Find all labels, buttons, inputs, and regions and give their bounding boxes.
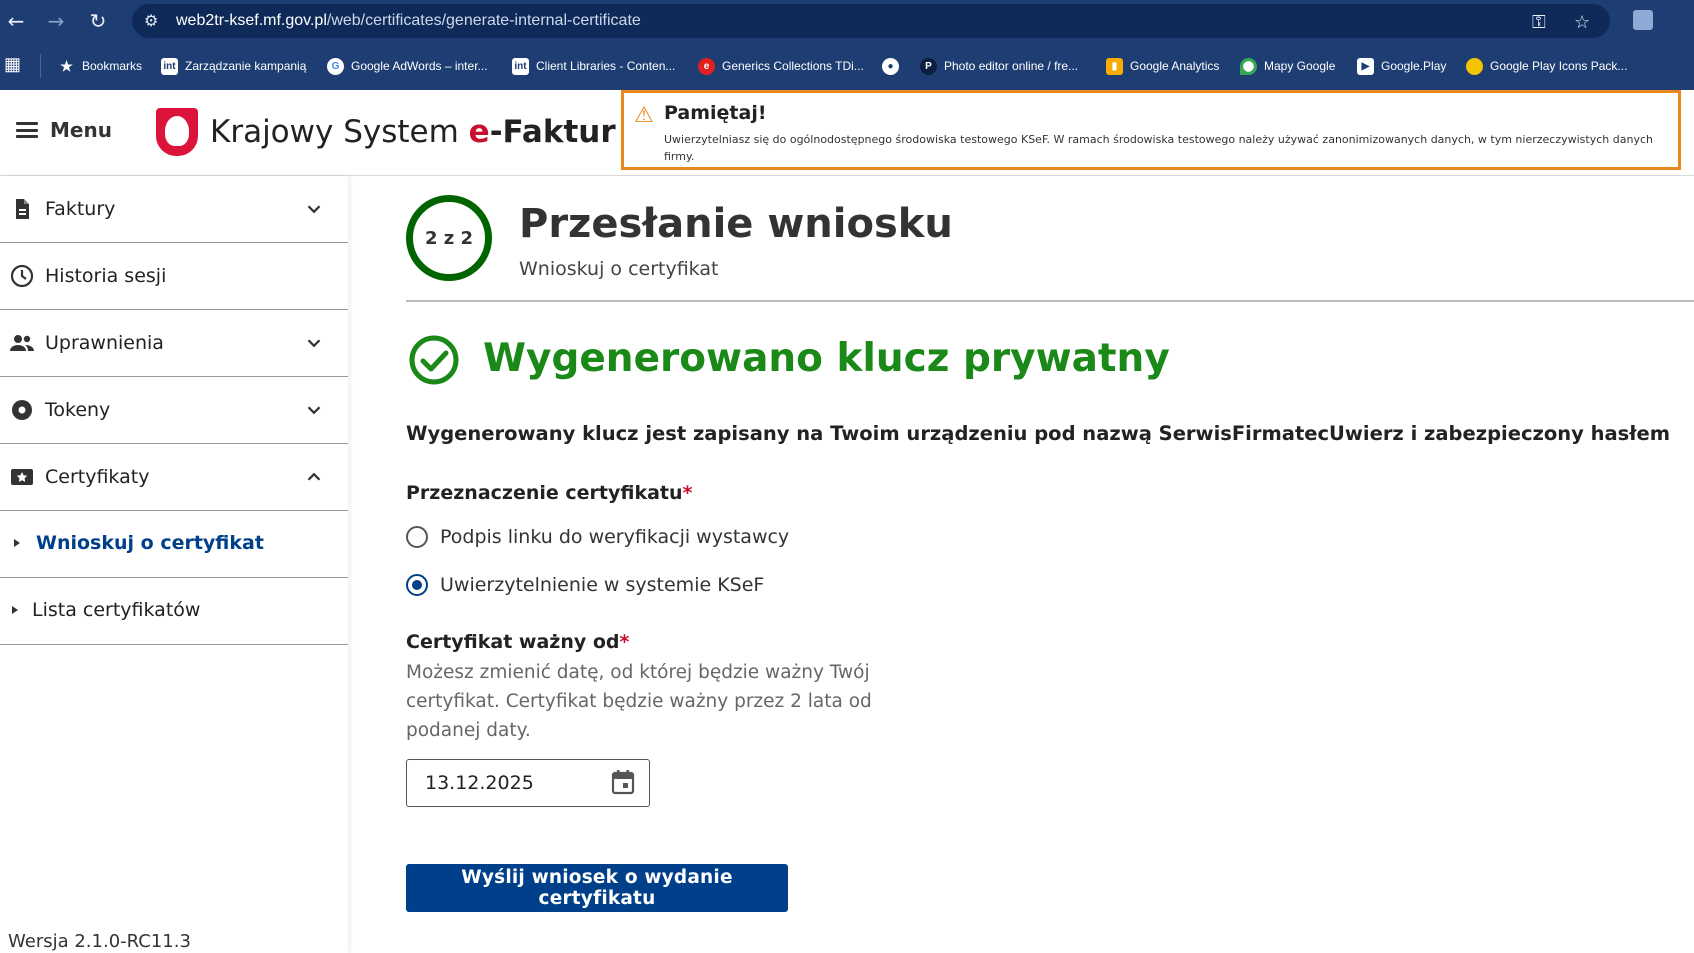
calendar-icon[interactable] xyxy=(611,769,635,795)
menu-button[interactable]: Menu xyxy=(16,118,112,142)
sidebar-item-faktury[interactable]: Faktury xyxy=(0,176,348,243)
radio-button-selected[interactable] xyxy=(406,574,428,596)
site-settings-icon[interactable]: ⚙ xyxy=(144,11,158,30)
sidebar-item-certyfikaty[interactable]: Certyfikaty xyxy=(0,444,348,511)
app-version: Wersja 2.1.0-RC11.3 xyxy=(8,931,191,952)
sidebar: Faktury Historia sesji Uprawnienia Token… xyxy=(0,176,348,953)
bookmark-item[interactable]: e Generics Collections TDi... xyxy=(698,56,864,76)
key-icon[interactable]: ⚿ xyxy=(1532,12,1546,33)
certificate-icon xyxy=(11,469,33,485)
int-icon: int xyxy=(161,57,178,75)
logo-text: Krajowy System e-Faktur xyxy=(210,114,616,150)
radio-podpis-linku[interactable]: Podpis linku do weryfikacji wystawcy xyxy=(406,526,789,548)
bookmarks-bar: ▦ ★ Bookmarks int Zarządzanie kampanią G Go… xyxy=(0,42,1694,91)
address-bar[interactable]: ⚙ web2tr-ksef.mf.gov.pl/web/certificates… xyxy=(132,4,1610,38)
step-indicator: 2 z 2 xyxy=(406,195,492,281)
caret-right-icon xyxy=(14,539,20,547)
photo-icon: P xyxy=(920,57,937,75)
valid-from-label: Certyfikat ważny od* xyxy=(406,631,630,653)
play-icon: ▶ xyxy=(1357,57,1374,75)
token-icon xyxy=(12,400,32,420)
test-environment-alert: ⚠ Pamiętaj! Uwierzytelniasz się do ogóln… xyxy=(621,90,1681,170)
bookmark-item[interactable]: ▮ Google Analytics xyxy=(1106,56,1219,76)
divider xyxy=(406,300,1694,302)
browser-toolbar: ← → ↻ ⚙ web2tr-ksef.mf.gov.pl/web/certif… xyxy=(0,0,1694,42)
check-circle-icon xyxy=(409,335,459,385)
sidebar-subitem-lista[interactable]: Lista certyfikatów xyxy=(0,578,348,645)
bookmark-item[interactable]: ⬤ Mapy Google xyxy=(1240,56,1335,76)
int-icon: int xyxy=(512,57,529,75)
document-icon xyxy=(16,199,29,219)
forward-arrow-icon[interactable]: → xyxy=(44,9,68,33)
chevron-up-icon xyxy=(307,472,321,481)
bookmark-item[interactable]: G Google AdWords – inter... xyxy=(327,56,488,76)
e-icon: e xyxy=(698,57,715,75)
bookmark-item[interactable]: ★ Bookmarks xyxy=(58,56,142,76)
sidebar-item-uprawnienia[interactable]: Uprawnienia xyxy=(0,310,348,377)
google-icon: G xyxy=(327,57,344,75)
chevron-down-icon xyxy=(307,339,321,348)
url-text[interactable]: web2tr-ksef.mf.gov.pl/web/certificates/g… xyxy=(176,12,641,30)
radio-uwierzytelnienie[interactable]: Uwierzytelnienie w systemie KSeF xyxy=(406,574,764,596)
circle-icon xyxy=(1466,57,1483,75)
app-logo[interactable]: Krajowy System e-Faktur xyxy=(156,108,616,156)
alert-text: Uwierzytelniasz się do ogólnodostępnego … xyxy=(664,133,1653,163)
chevron-down-icon xyxy=(307,205,321,214)
bookmark-star-icon[interactable]: ☆ xyxy=(1574,12,1590,33)
bookmark-item[interactable]: Google Play Icons Pack... xyxy=(1466,56,1627,76)
bookmark-item[interactable]: int Client Libraries - Conten... xyxy=(512,56,675,76)
success-title: Wygenerowano klucz prywatny xyxy=(483,336,1170,381)
sidebar-item-historia-sesji[interactable]: Historia sesji xyxy=(0,243,348,310)
chevron-down-icon xyxy=(307,406,321,415)
bookmark-item[interactable]: ▶ Google.Play xyxy=(1357,56,1446,76)
people-icon xyxy=(10,335,34,351)
analytics-icon: ▮ xyxy=(1106,57,1123,75)
purpose-label: Przeznaczenie certyfikatu* xyxy=(406,482,693,504)
valid-from-hint: Możesz zmienić datę, od której będzie wa… xyxy=(406,662,872,741)
hamburger-icon xyxy=(16,122,38,138)
sidebar-subitem-wnioskuj[interactable]: Wnioskuj o certyfikat xyxy=(0,511,348,578)
app-header: Menu Krajowy System e-Faktur ⚠ Pamiętaj!… xyxy=(0,90,1694,176)
sidebar-item-tokeny[interactable]: Tokeny xyxy=(0,377,348,444)
valid-from-date-input[interactable]: 13.12.2025 xyxy=(406,759,650,807)
extension-icon[interactable] xyxy=(1633,10,1653,30)
warning-icon: ⚠ xyxy=(634,103,654,128)
bookmark-item[interactable]: P Photo editor online / fre... xyxy=(920,56,1078,76)
globe-icon: ● xyxy=(882,57,899,75)
back-arrow-icon[interactable]: ← xyxy=(4,9,28,33)
main-content: 2 z 2 Przesłanie wniosku Wnioskuj o cert… xyxy=(406,176,1694,953)
submit-request-button[interactable]: Wyślij wniosek o wydanie certyfikatu xyxy=(406,864,788,912)
bookmarks-divider xyxy=(40,54,41,78)
date-value: 13.12.2025 xyxy=(425,772,534,794)
reload-icon[interactable]: ↻ xyxy=(86,9,110,33)
maps-icon: ⬤ xyxy=(1240,57,1257,75)
radio-button[interactable] xyxy=(406,526,428,548)
alert-title: Pamiętaj! xyxy=(664,102,767,124)
polish-eagle-icon xyxy=(156,108,198,156)
page-subtitle: Wnioskuj o certyfikat xyxy=(519,258,719,280)
bookmark-item[interactable]: int Zarządzanie kampanią xyxy=(161,56,306,76)
key-description: Wygenerowany klucz jest zapisany na Twoi… xyxy=(406,422,1671,445)
clock-icon xyxy=(10,264,34,288)
bookmark-item[interactable]: ● xyxy=(882,56,906,76)
caret-right-icon xyxy=(12,606,18,614)
apps-grid-icon[interactable]: ▦ xyxy=(4,54,21,74)
star-icon: ★ xyxy=(60,57,73,74)
page-title: Przesłanie wniosku xyxy=(519,201,953,247)
